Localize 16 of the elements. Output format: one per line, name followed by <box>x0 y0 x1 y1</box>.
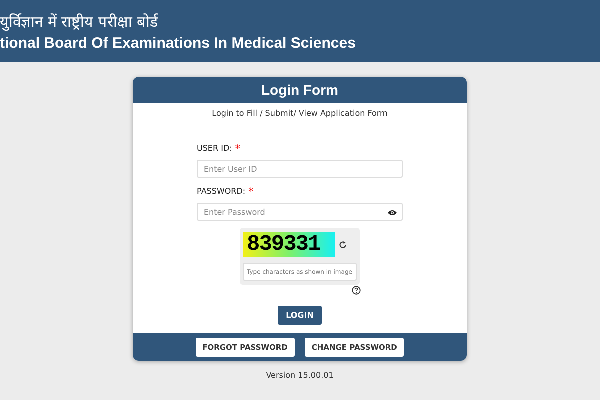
refresh-icon[interactable] <box>339 240 347 248</box>
card-title: Login Form <box>262 82 338 98</box>
user-id-field[interactable]: Enter User ID <box>197 160 403 178</box>
captcha-image: 839331 <box>243 232 335 257</box>
field-label: USER ID: <box>197 144 232 153</box>
login-button[interactable]: LOGIN <box>278 306 322 325</box>
required-mark: * <box>248 187 254 198</box>
required-mark: * <box>235 144 240 155</box>
site-title: tional Board Of Examinations In Medical Sciences <box>0 34 357 52</box>
field-label: PASSWORD: <box>197 187 246 196</box>
version-text: Version 15.00.01 <box>266 371 334 380</box>
card-subtitle: Login to Fill / Submit/ View Application Form <box>211 109 389 118</box>
password-field[interactable]: Enter Password <box>197 203 403 221</box>
site-title-hindi: युर्विज्ञान में राष्ट्रीय परीक्षा बोर्ड <box>0 12 160 30</box>
eye-icon[interactable] <box>388 210 397 216</box>
help-icon[interactable] <box>352 286 360 295</box>
